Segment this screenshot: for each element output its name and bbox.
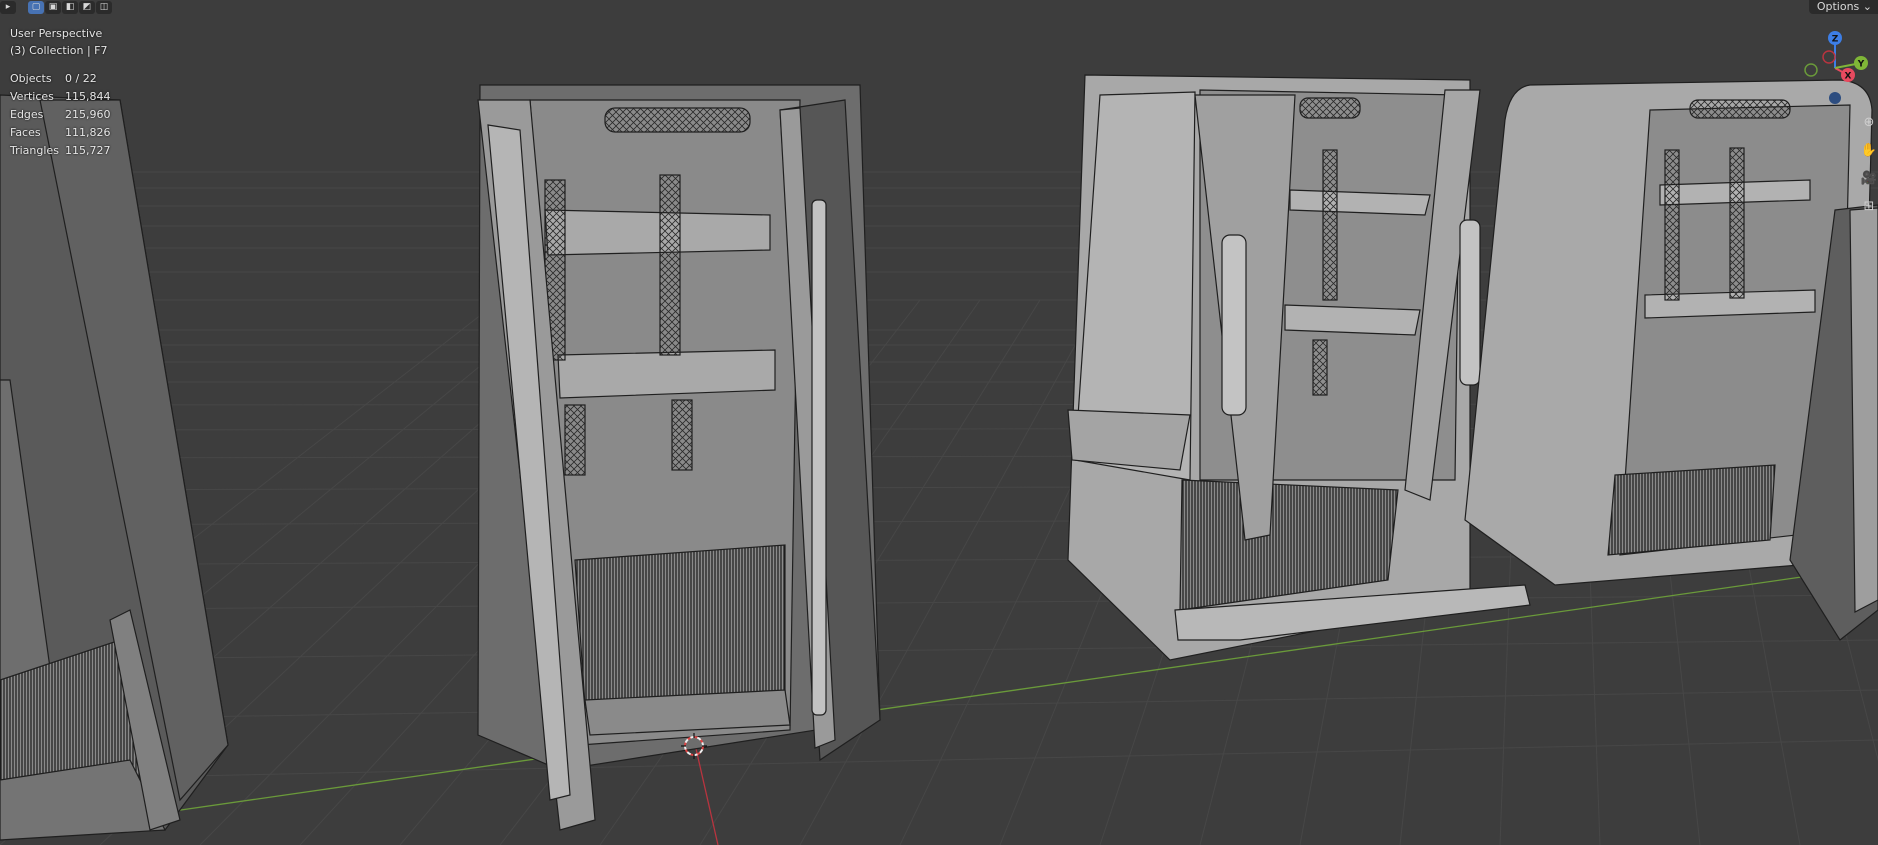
viewport-header-toolbar: ▸ ▢ ▣ ◧ ◩ ◫ bbox=[0, 0, 112, 14]
refrigerator-open-center[interactable] bbox=[477, 84, 881, 831]
select-extend-icon[interactable]: ▣ bbox=[45, 0, 61, 14]
scene-canvas[interactable] bbox=[0, 0, 1878, 845]
select-box-icon[interactable]: ▢ bbox=[28, 0, 44, 14]
stat-value: 111,826 bbox=[65, 126, 111, 139]
stat-objects: Objects 0 / 22 bbox=[10, 70, 111, 88]
stat-value: 115,727 bbox=[65, 144, 111, 157]
stat-faces: Faces 111,826 bbox=[10, 124, 111, 142]
stat-label: Edges bbox=[10, 108, 44, 121]
pan-hand-icon[interactable]: ✋ bbox=[1860, 138, 1878, 162]
stat-value: 115,844 bbox=[65, 90, 111, 103]
select-invert-icon[interactable]: ◩ bbox=[79, 0, 95, 14]
stat-label: Objects bbox=[10, 72, 52, 85]
navigation-gizmo[interactable]: Z X Y bbox=[1795, 28, 1878, 110]
select-tool-icon[interactable]: ▸ bbox=[0, 0, 16, 14]
options-label: Options bbox=[1816, 0, 1860, 13]
refrigerator-french-door[interactable] bbox=[1067, 74, 1531, 661]
grid-view-icon[interactable]: ⊞ bbox=[1860, 194, 1878, 218]
refrigerator-rounded-right[interactable] bbox=[1464, 79, 1878, 641]
y-axis-line bbox=[0, 565, 1878, 837]
gizmo-y-label: Y bbox=[1857, 60, 1865, 70]
options-dropdown[interactable]: Options ⌄ bbox=[1808, 0, 1878, 14]
scene-statistics: Objects 0 / 22 Vertices 115,844 Edges 21… bbox=[10, 70, 111, 160]
stat-edges: Edges 215,960 bbox=[10, 106, 111, 124]
refrigerator-left-partial[interactable] bbox=[0, 94, 229, 841]
stat-value: 215,960 bbox=[65, 108, 111, 121]
viewport-navigation-tools: ⊕ ✋ 🎥 ⊞ bbox=[1860, 110, 1878, 222]
select-subtract-icon[interactable]: ◧ bbox=[62, 0, 78, 14]
viewport-overlay-info: User Perspective (3) Collection | F7 Obj… bbox=[10, 25, 111, 160]
gizmo-neg-y-handle[interactable] bbox=[1804, 63, 1818, 77]
stat-triangles: Triangles 115,727 bbox=[10, 142, 111, 160]
collection-info: (3) Collection | F7 bbox=[10, 44, 108, 57]
view-name: User Perspective bbox=[10, 27, 103, 40]
camera-icon[interactable]: 🎥 bbox=[1860, 166, 1878, 190]
stat-value: 0 / 22 bbox=[65, 72, 97, 85]
select-intersect-icon[interactable]: ◫ bbox=[96, 0, 112, 14]
x-axis-line bbox=[693, 739, 719, 845]
chevron-down-icon: ⌄ bbox=[1862, 0, 1872, 13]
3d-viewport[interactable]: ▸ ▢ ▣ ◧ ◩ ◫ Options ⌄ User Perspective (… bbox=[0, 0, 1878, 845]
gizmo-x-label: X bbox=[1845, 72, 1852, 82]
stat-label: Faces bbox=[10, 126, 41, 139]
gizmo-neg-x-handle[interactable] bbox=[1822, 50, 1836, 64]
stat-vertices: Vertices 115,844 bbox=[10, 88, 111, 106]
stat-label: Triangles bbox=[10, 144, 59, 157]
gizmo-z-label: Z bbox=[1832, 35, 1839, 45]
stat-label: Vertices bbox=[10, 90, 54, 103]
zoom-icon[interactable]: ⊕ bbox=[1860, 110, 1878, 134]
gizmo-neg-z-handle[interactable] bbox=[1829, 92, 1841, 104]
